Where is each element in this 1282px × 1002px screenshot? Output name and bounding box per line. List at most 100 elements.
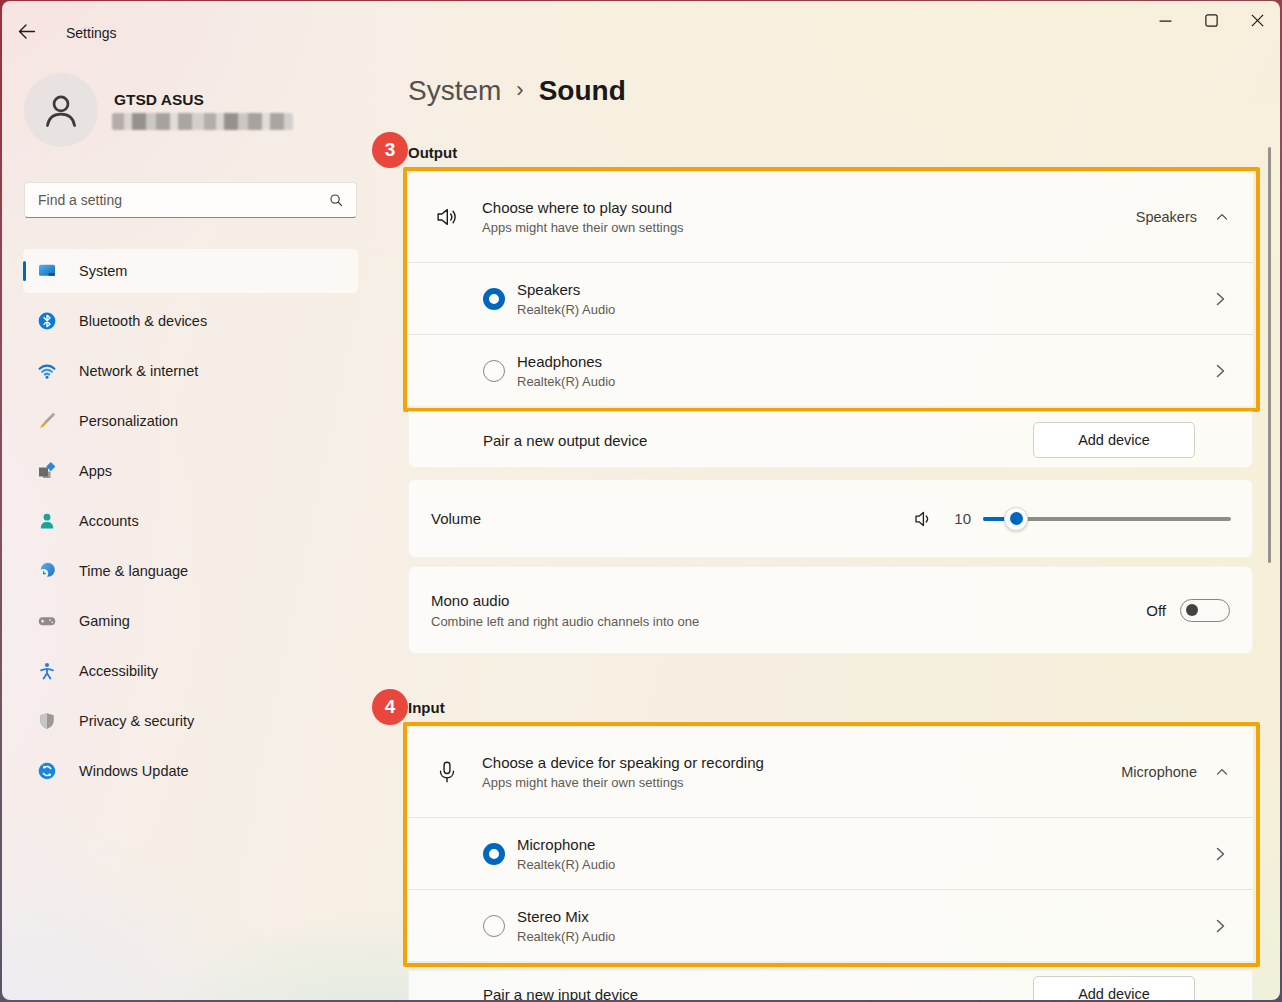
device-description: Realtek(R) Audio: [517, 302, 1213, 317]
person-icon: [39, 88, 83, 132]
sidebar-item-system[interactable]: System: [23, 249, 358, 293]
sidebar-item-label: Time & language: [79, 563, 188, 579]
time-language-icon: [37, 561, 57, 581]
avatar[interactable]: [24, 73, 98, 147]
chevron-right-icon[interactable]: [1213, 363, 1227, 379]
device-name: Speakers: [517, 281, 1213, 298]
search-icon: [327, 191, 345, 209]
mono-audio-card: Mono audio Combine left and right audio …: [408, 566, 1253, 654]
sidebar-item-gaming[interactable]: Gaming: [23, 599, 358, 643]
sidebar-item-personalization[interactable]: Personalization: [23, 399, 358, 443]
app-title: Settings: [66, 25, 117, 41]
caption-buttons: [1142, 1, 1280, 39]
device-name: Headphones: [517, 353, 1213, 370]
sidebar-item-label: Personalization: [79, 413, 178, 429]
sidebar-item-label: Network & internet: [79, 363, 198, 379]
device-description: Realtek(R) Audio: [517, 929, 1213, 944]
output-device-expander[interactable]: Choose where to play sound Apps might ha…: [408, 172, 1253, 262]
output-section-label: Output: [408, 144, 457, 161]
brush-icon: [37, 411, 57, 431]
device-description: Realtek(R) Audio: [517, 857, 1213, 872]
sidebar-item-label: Apps: [79, 463, 112, 479]
minimize-button[interactable]: [1142, 1, 1188, 39]
output-selected-device: Speakers: [1136, 209, 1197, 225]
annotation-highlight-input: Choose a device for speaking or recordin…: [403, 722, 1260, 967]
main-content: System › Sound 3 Output Choose where to …: [408, 49, 1253, 1000]
windows-update-icon: [37, 761, 57, 781]
chevron-right-icon[interactable]: [1213, 846, 1227, 862]
output-device-speakers[interactable]: Speakers Realtek(R) Audio: [408, 263, 1253, 334]
sidebar-item-label: Accessibility: [79, 663, 158, 679]
input-section-label: Input: [408, 699, 445, 716]
radio-selected[interactable]: [483, 288, 505, 310]
sidebar-item-label: Bluetooth & devices: [79, 313, 207, 329]
sidebar-item-accounts[interactable]: Accounts: [23, 499, 358, 543]
add-output-device-button[interactable]: Add device: [1033, 422, 1195, 458]
sidebar-item-accessibility[interactable]: Accessibility: [23, 649, 358, 693]
search-box[interactable]: [24, 182, 357, 218]
radio-unselected[interactable]: [483, 915, 505, 937]
input-chooser-subtitle: Apps might have their own settings: [482, 775, 1121, 790]
annotation-highlight-output: Choose where to play sound Apps might ha…: [403, 167, 1260, 412]
sidebar-item-label: System: [79, 263, 127, 279]
wifi-icon: [37, 361, 57, 381]
chevron-up-icon[interactable]: [1215, 765, 1229, 779]
shield-icon: [37, 711, 57, 731]
volume-speaker-icon[interactable]: [913, 508, 935, 530]
volume-card: Volume 10: [408, 479, 1253, 558]
sidebar-item-time-language[interactable]: Time & language: [23, 549, 358, 593]
chevron-right-icon[interactable]: [1213, 291, 1227, 307]
microphone-icon: [434, 759, 460, 785]
close-button[interactable]: [1234, 1, 1280, 39]
settings-window: Settings GTSD ASUS System Bluetooth & de…: [2, 1, 1280, 1000]
sidebar-item-label: Privacy & security: [79, 713, 194, 729]
mono-audio-toggle[interactable]: [1180, 599, 1230, 622]
chevron-up-icon[interactable]: [1215, 210, 1229, 224]
input-device-microphone[interactable]: Microphone Realtek(R) Audio: [408, 818, 1253, 889]
volume-slider-thumb[interactable]: [1004, 507, 1028, 531]
profile-name: GTSD ASUS: [114, 91, 204, 109]
page-title: Sound: [539, 75, 626, 107]
volume-slider[interactable]: [983, 507, 1231, 531]
breadcrumb-separator: ›: [516, 77, 523, 106]
profile-email-blurred: [112, 113, 293, 130]
sidebar-item-apps[interactable]: Apps: [23, 449, 358, 493]
desktop-background: Settings GTSD ASUS System Bluetooth & de…: [0, 0, 1282, 1002]
output-chooser-title: Choose where to play sound: [482, 199, 1136, 216]
accessibility-icon: [37, 661, 57, 681]
search-input[interactable]: [25, 192, 327, 208]
volume-value: 10: [949, 510, 971, 527]
sidebar-item-bluetooth[interactable]: Bluetooth & devices: [23, 299, 358, 343]
radio-selected[interactable]: [483, 843, 505, 865]
back-button[interactable]: [18, 19, 48, 43]
scrollbar[interactable]: [1268, 147, 1271, 563]
sidebar-item-label: Windows Update: [79, 763, 189, 779]
input-chooser-title: Choose a device for speaking or recordin…: [482, 754, 1121, 771]
apps-icon: [37, 461, 57, 481]
chevron-right-icon[interactable]: [1213, 918, 1227, 934]
sidebar-item-network[interactable]: Network & internet: [23, 349, 358, 393]
input-device-expander[interactable]: Choose a device for speaking or recordin…: [408, 727, 1253, 817]
device-name: Stereo Mix: [517, 908, 1213, 925]
device-description: Realtek(R) Audio: [517, 374, 1213, 389]
add-input-device-button[interactable]: Add device: [1033, 976, 1195, 1000]
sidebar-item-windows-update[interactable]: Windows Update: [23, 749, 358, 793]
sidebar-item-label: Accounts: [79, 513, 139, 529]
maximize-button[interactable]: [1188, 1, 1234, 39]
annotation-step-3: 3: [372, 132, 408, 168]
speaker-icon: [434, 204, 460, 230]
accounts-icon: [37, 511, 57, 531]
mono-audio-state: Off: [1146, 602, 1166, 619]
volume-label: Volume: [431, 510, 913, 527]
annotation-step-4: 4: [372, 689, 408, 725]
mono-audio-title: Mono audio: [431, 592, 1146, 609]
system-icon: [37, 261, 57, 281]
input-device-stereo-mix[interactable]: Stereo Mix Realtek(R) Audio: [408, 890, 1253, 961]
mono-audio-subtitle: Combine left and right audio channels in…: [431, 614, 1146, 629]
breadcrumb-system[interactable]: System: [408, 75, 501, 107]
sidebar-item-privacy[interactable]: Privacy & security: [23, 699, 358, 743]
pair-input-row: Pair a new input device Add device: [408, 970, 1253, 1000]
output-device-headphones[interactable]: Headphones Realtek(R) Audio: [408, 335, 1253, 406]
radio-unselected[interactable]: [483, 360, 505, 382]
sidebar-nav: System Bluetooth & devices Network & int…: [23, 249, 358, 799]
